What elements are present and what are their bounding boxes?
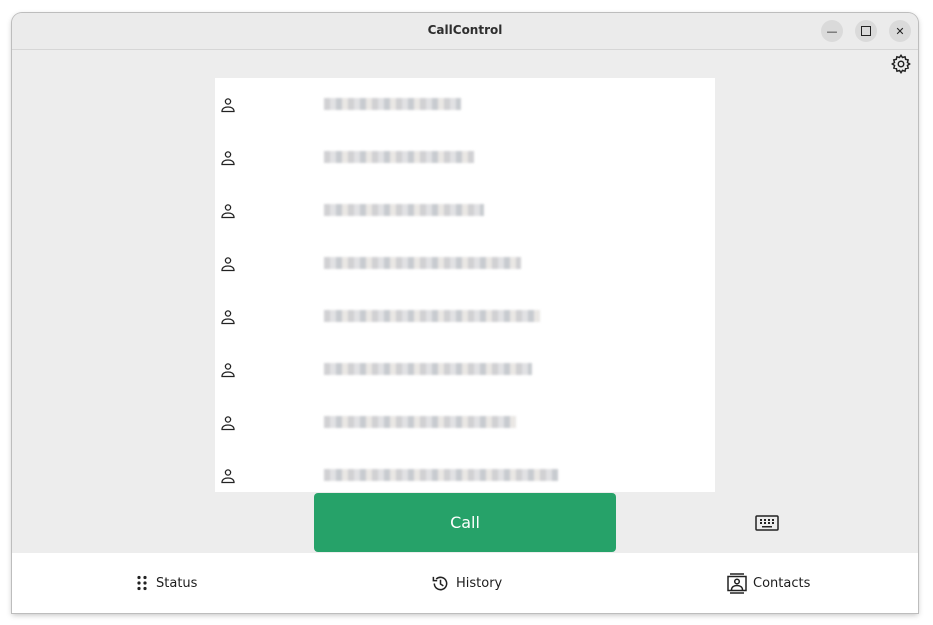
keyboard-icon[interactable] <box>755 514 779 532</box>
window-title: CallControl <box>427 23 503 37</box>
maximize-button[interactable] <box>855 20 877 42</box>
contact-name-blurred <box>324 204 484 216</box>
contact-name-blurred <box>324 416 516 428</box>
person-icon <box>221 151 235 166</box>
contact-row[interactable] <box>215 131 715 184</box>
contact-row[interactable] <box>215 78 715 131</box>
contacts-icon <box>727 572 747 594</box>
person-icon <box>221 469 235 484</box>
nav-contacts-label: Contacts <box>753 575 811 591</box>
person-icon <box>221 310 235 325</box>
person-icon <box>221 363 235 378</box>
nav-history[interactable]: History <box>431 553 502 613</box>
person-icon <box>221 416 235 431</box>
call-button[interactable]: Call <box>314 493 616 552</box>
close-icon: ✕ <box>895 24 905 38</box>
nav-contacts[interactable]: Contacts <box>727 553 810 613</box>
nav-history-label: History <box>456 575 503 591</box>
contact-row[interactable] <box>215 290 715 343</box>
contact-row[interactable] <box>215 237 715 290</box>
contact-name-blurred <box>324 257 521 269</box>
nav-status-label: Status <box>156 575 198 591</box>
dots-grid-icon <box>137 575 147 591</box>
contact-name-blurred <box>324 310 540 322</box>
minimize-icon: — <box>826 24 838 38</box>
call-button-label: Call <box>450 513 480 532</box>
maximize-icon <box>861 26 871 36</box>
contact-row[interactable] <box>215 184 715 237</box>
person-icon <box>221 204 235 219</box>
contact-row[interactable] <box>215 449 715 492</box>
title-bar: CallControl — ✕ <box>12 13 918 50</box>
minimize-button[interactable]: — <box>821 20 843 42</box>
person-icon <box>221 257 235 272</box>
nav-status[interactable]: Status <box>136 553 197 613</box>
bottom-nav: Status History Contacts <box>12 553 918 613</box>
person-icon <box>221 98 235 113</box>
contact-name-blurred <box>324 469 558 481</box>
contact-row[interactable] <box>215 343 715 396</box>
contact-row[interactable] <box>215 396 715 449</box>
app-window: CallControl — ✕ Call Status History Cont… <box>12 13 918 613</box>
contact-list[interactable] <box>215 78 715 492</box>
history-icon <box>432 576 448 590</box>
contact-name-blurred <box>324 363 532 375</box>
contact-name-blurred <box>324 98 461 110</box>
contact-name-blurred <box>324 151 474 163</box>
gear-icon[interactable] <box>890 53 912 75</box>
close-button[interactable]: ✕ <box>889 20 911 42</box>
